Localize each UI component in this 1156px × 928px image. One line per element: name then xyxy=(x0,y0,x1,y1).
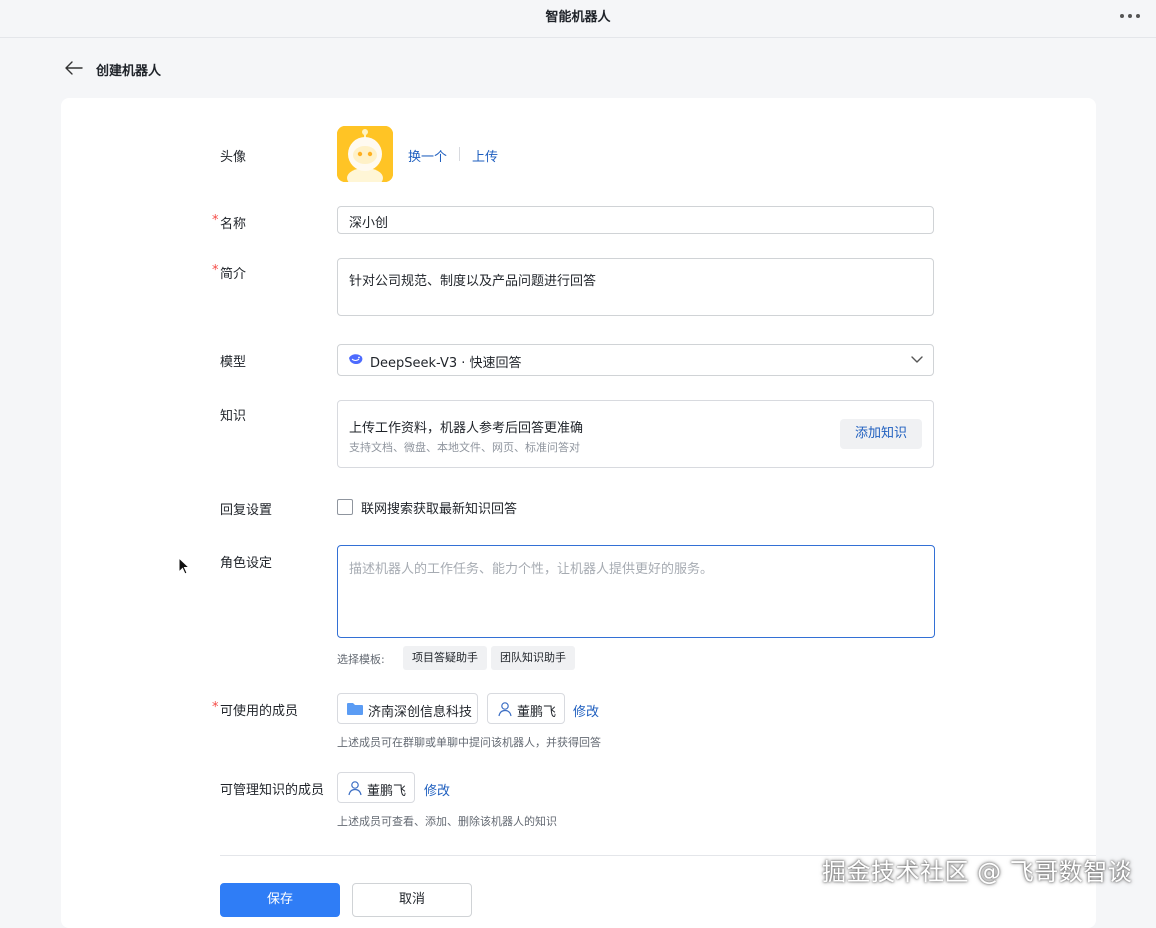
name-input-value: 深小创 xyxy=(349,216,389,231)
edit-managers-link[interactable]: 修改 xyxy=(424,780,450,799)
knowledge-panel: 上传工作资料，机器人参考后回答更准确 支持文档、微盘、本地文件、网页、标准问答对… xyxy=(337,400,934,468)
intro-textarea[interactable]: 针对公司规范、制度以及产品问题进行回答 xyxy=(337,258,934,316)
mouse-cursor-icon xyxy=(178,557,190,575)
template-chip[interactable]: 项目答疑助手 xyxy=(403,646,487,670)
user-avatar-icon xyxy=(348,781,362,796)
robot-avatar-icon[interactable] xyxy=(337,126,393,182)
managers-label: 可管理知识的成员 xyxy=(220,783,325,798)
managers-hint: 上述成员可查看、添加、删除该机器人的知识 xyxy=(337,815,557,828)
member-chip[interactable]: 济南深创信息科技 xyxy=(337,693,478,724)
cancel-button[interactable]: 取消 xyxy=(352,883,472,917)
name-label-text: 名称 xyxy=(220,217,247,232)
members-label: * 可使用的成员 xyxy=(212,700,299,719)
required-mark: * xyxy=(212,213,219,228)
knowledge-label: 知识 xyxy=(220,409,247,424)
manager-chip-label: 董鹏飞 xyxy=(367,784,407,799)
member-chip-label: 董鹏飞 xyxy=(517,705,557,720)
name-input[interactable]: 深小创 xyxy=(337,206,934,234)
intro-label: * 简介 xyxy=(212,263,247,282)
add-knowledge-button[interactable]: 添加知识 xyxy=(840,419,922,449)
member-chip[interactable]: 董鹏飞 xyxy=(487,693,565,724)
intro-textarea-value: 针对公司规范、制度以及产品问题进行回答 xyxy=(349,274,597,289)
edit-members-link[interactable]: 修改 xyxy=(573,701,599,720)
intro-label-text: 简介 xyxy=(220,267,247,282)
knowledge-subtitle: 支持文档、微盘、本地文件、网页、标准问答对 xyxy=(349,441,580,454)
required-mark: * xyxy=(212,263,219,278)
role-textarea[interactable]: 描述机器人的工作任务、能力个性，让机器人提供更好的服务。 xyxy=(337,545,935,638)
template-chip[interactable]: 团队知识助手 xyxy=(491,646,575,670)
upload-avatar-link[interactable]: 上传 xyxy=(472,146,498,165)
change-avatar-link[interactable]: 换一个 xyxy=(408,146,447,165)
model-label: 模型 xyxy=(220,355,247,370)
required-mark: * xyxy=(212,700,219,715)
arrow-left-icon[interactable] xyxy=(64,60,84,76)
save-button[interactable]: 保存 xyxy=(220,883,340,917)
folder-icon xyxy=(347,703,363,715)
user-avatar-icon xyxy=(498,702,512,717)
web-search-checkbox[interactable] xyxy=(337,499,353,515)
reply-settings-label: 回复设置 xyxy=(220,503,273,518)
watermark-text: 掘金技术社区 @ 飞哥数智谈 xyxy=(822,858,1133,886)
chevron-down-icon[interactable] xyxy=(910,354,924,364)
page-title: 创建机器人 xyxy=(96,64,162,79)
more-horizontal-icon[interactable] xyxy=(1120,14,1140,20)
avatar-label: 头像 xyxy=(220,150,247,165)
manager-chip[interactable]: 董鹏飞 xyxy=(337,772,415,803)
deepseek-whale-icon xyxy=(349,354,363,365)
knowledge-title: 上传工作资料，机器人参考后回答更准确 xyxy=(349,421,584,436)
window-title: 智能机器人 xyxy=(545,10,611,25)
members-hint: 上述成员可在群聊或单聊中提问该机器人，并获得回答 xyxy=(337,736,601,749)
name-label: * 名称 xyxy=(212,213,247,232)
web-search-checkbox-label[interactable]: 联网搜索获取最新知识回答 xyxy=(361,498,517,517)
role-textarea-placeholder: 描述机器人的工作任务、能力个性，让机器人提供更好的服务。 xyxy=(349,562,714,577)
template-label: 选择模板: xyxy=(337,653,385,666)
link-divider xyxy=(459,147,460,161)
members-label-text: 可使用的成员 xyxy=(220,704,299,719)
member-chip-label: 济南深创信息科技 xyxy=(368,705,473,720)
window-titlebar: 智能机器人 xyxy=(0,0,1156,38)
role-label: 角色设定 xyxy=(220,556,273,571)
model-select-value: DeepSeek-V3 · 快速回答 xyxy=(370,356,522,371)
